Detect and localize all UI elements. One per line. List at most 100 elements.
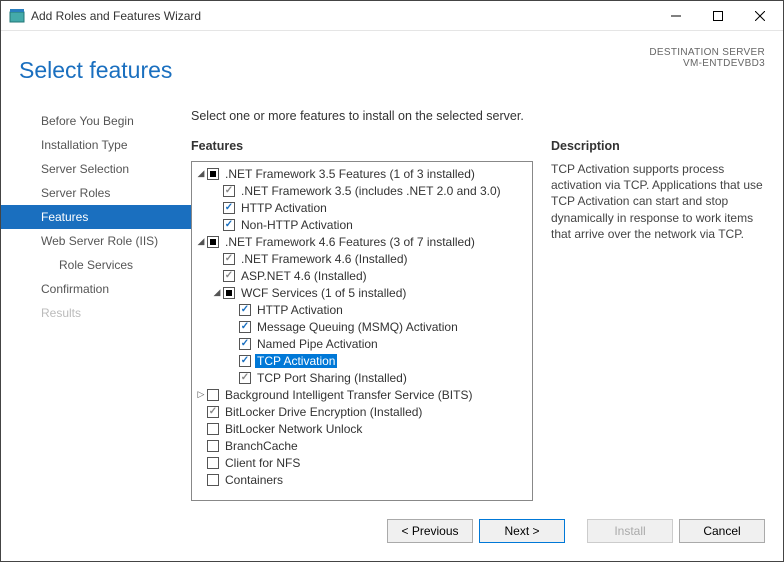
checkbox[interactable] xyxy=(207,389,219,401)
tree-item-label[interactable]: .NET Framework 4.6 (Installed) xyxy=(239,252,410,266)
previous-button[interactable]: < Previous xyxy=(387,519,473,543)
checkbox[interactable] xyxy=(223,270,235,282)
tree-row[interactable]: Message Queuing (MSMQ) Activation xyxy=(195,318,532,335)
sidebar-item[interactable]: Server Roles xyxy=(1,181,191,205)
checkbox[interactable] xyxy=(223,219,235,231)
chevron-down-icon[interactable]: ◢ xyxy=(195,168,207,180)
tree-item-label[interactable]: BitLocker Network Unlock xyxy=(223,422,364,436)
maximize-button[interactable] xyxy=(697,2,739,30)
sidebar-item[interactable]: Before You Begin xyxy=(1,109,191,133)
expander-spacer xyxy=(227,338,239,350)
tree-item-label[interactable]: .NET Framework 3.5 (includes .NET 2.0 an… xyxy=(239,184,503,198)
features-panel: Features ◢.NET Framework 3.5 Features (1… xyxy=(191,139,533,501)
checkbox[interactable] xyxy=(223,287,235,299)
sidebar-item-label: Server Selection xyxy=(41,162,129,176)
expander-spacer xyxy=(195,457,207,469)
tree-row[interactable]: HTTP Activation xyxy=(195,301,532,318)
tree-item-label[interactable]: .NET Framework 4.6 Features (3 of 7 inst… xyxy=(223,235,477,249)
features-tree[interactable]: ◢ .NET Framework 3.5 Features (1 of 3 ins… xyxy=(191,161,533,501)
checkbox[interactable] xyxy=(207,236,219,248)
sidebar-item[interactable]: Confirmation xyxy=(1,277,191,301)
checkbox[interactable] xyxy=(239,355,251,367)
install-button[interactable]: Install xyxy=(587,519,673,543)
sidebar-item-label: Installation Type xyxy=(41,138,128,152)
wizard-window: Add Roles and Features Wizard Select fea… xyxy=(0,0,784,562)
checkbox[interactable] xyxy=(207,474,219,486)
tree-row[interactable]: Client for NFS xyxy=(195,454,532,471)
sidebar-item[interactable]: Role Services xyxy=(1,253,191,277)
tree-row[interactable]: ASP.NET 4.6 (Installed) xyxy=(195,267,532,284)
tree-row[interactable]: ◢ .NET Framework 4.6 Features (3 of 7 ins… xyxy=(195,233,532,250)
tree-item-label[interactable]: WCF Services (1 of 5 installed) xyxy=(239,286,408,300)
tree-row[interactable]: Named Pipe Activation xyxy=(195,335,532,352)
main-panel: Select one or more features to install o… xyxy=(191,103,765,501)
tree-item-label[interactable]: BitLocker Drive Encryption (Installed) xyxy=(223,405,424,419)
expander-spacer xyxy=(227,355,239,367)
checkbox[interactable] xyxy=(223,185,235,197)
expander-spacer xyxy=(211,270,223,282)
sidebar-item[interactable]: Web Server Role (IIS) xyxy=(1,229,191,253)
scroll-right-icon[interactable]: ▶ xyxy=(515,501,532,502)
tree-row[interactable]: TCP Port Sharing (Installed) xyxy=(195,369,532,386)
tree-row[interactable]: BitLocker Drive Encryption (Installed) xyxy=(195,403,532,420)
sidebar-item[interactable]: Features xyxy=(1,205,191,229)
sidebar: Before You Begin Installation Type Server … xyxy=(1,103,191,501)
destination-info: DESTINATION SERVER VM-ENTDEVBD3 xyxy=(649,43,765,69)
tree-item-label[interactable]: Named Pipe Activation xyxy=(255,337,380,351)
sidebar-item[interactable]: Installation Type xyxy=(1,133,191,157)
tree-row[interactable]: Non-HTTP Activation xyxy=(195,216,532,233)
tree-row[interactable]: .NET Framework 3.5 (includes .NET 2.0 an… xyxy=(195,182,532,199)
tree-row[interactable]: BranchCache xyxy=(195,437,532,454)
checkbox[interactable] xyxy=(223,253,235,265)
tree-item-label[interactable]: BranchCache xyxy=(223,439,300,453)
chevron-right-icon[interactable]: ▷ xyxy=(195,389,207,401)
tree-item-label[interactable]: Message Queuing (MSMQ) Activation xyxy=(255,320,460,334)
chevron-down-icon[interactable]: ◢ xyxy=(195,236,207,248)
cancel-button[interactable]: Cancel xyxy=(679,519,765,543)
tree-row[interactable]: ◢ .NET Framework 3.5 Features (1 of 3 ins… xyxy=(195,165,532,182)
checkbox[interactable] xyxy=(239,338,251,350)
horizontal-scrollbar[interactable]: ◀ ▶ xyxy=(192,500,532,501)
chevron-down-icon[interactable]: ◢ xyxy=(211,287,223,299)
checkbox[interactable] xyxy=(207,440,219,452)
tree-item-label[interactable]: .NET Framework 3.5 Features (1 of 3 inst… xyxy=(223,167,477,181)
panels: Features ◢.NET Framework 3.5 Features (1… xyxy=(191,139,765,501)
tree-item-label[interactable]: ASP.NET 4.6 (Installed) xyxy=(239,269,369,283)
checkbox[interactable] xyxy=(207,457,219,469)
tree-item-label[interactable]: TCP Port Sharing (Installed) xyxy=(255,371,409,385)
sidebar-item[interactable]: Server Selection xyxy=(1,157,191,181)
tree-row[interactable]: ◢ WCF Services (1 of 5 installed) xyxy=(195,284,532,301)
description-label: Description xyxy=(551,139,765,153)
checkbox[interactable] xyxy=(207,168,219,180)
checkbox[interactable] xyxy=(239,372,251,384)
tree-item-label[interactable]: Containers xyxy=(223,473,285,487)
tree-item-label[interactable]: Background Intelligent Transfer Service … xyxy=(223,388,474,402)
expander-spacer xyxy=(195,406,207,418)
close-button[interactable] xyxy=(739,2,781,30)
tree-row[interactable]: ▷ Background Intelligent Transfer Service… xyxy=(195,386,532,403)
tree-row[interactable]: TCP Activation xyxy=(195,352,532,369)
next-button[interactable]: Next > xyxy=(479,519,565,543)
scroll-left-icon[interactable]: ◀ xyxy=(192,501,209,502)
tree-item-label[interactable]: HTTP Activation xyxy=(239,201,329,215)
tree-item-label[interactable]: Client for NFS xyxy=(223,456,302,470)
minimize-button[interactable] xyxy=(655,2,697,30)
sidebar-item-label: Before You Begin xyxy=(41,114,134,128)
tree-item-label[interactable]: HTTP Activation xyxy=(255,303,345,317)
instruction-text: Select one or more features to install o… xyxy=(191,109,765,123)
checkbox[interactable] xyxy=(239,304,251,316)
tree-item-label[interactable]: TCP Activation xyxy=(255,354,337,368)
description-text: TCP Activation supports process activati… xyxy=(551,161,765,242)
checkbox[interactable] xyxy=(239,321,251,333)
features-tree-scroll[interactable]: ◢ .NET Framework 3.5 Features (1 of 3 ins… xyxy=(192,162,532,500)
tree-row[interactable]: HTTP Activation xyxy=(195,199,532,216)
tree-row[interactable]: .NET Framework 4.6 (Installed) xyxy=(195,250,532,267)
tree-item-label[interactable]: Non-HTTP Activation xyxy=(239,218,355,232)
checkbox[interactable] xyxy=(207,406,219,418)
checkbox[interactable] xyxy=(223,202,235,214)
expander-spacer xyxy=(195,423,207,435)
checkbox[interactable] xyxy=(207,423,219,435)
tree-row[interactable]: Containers xyxy=(195,471,532,488)
destination-label: DESTINATION SERVER xyxy=(649,47,765,58)
tree-row[interactable]: BitLocker Network Unlock xyxy=(195,420,532,437)
